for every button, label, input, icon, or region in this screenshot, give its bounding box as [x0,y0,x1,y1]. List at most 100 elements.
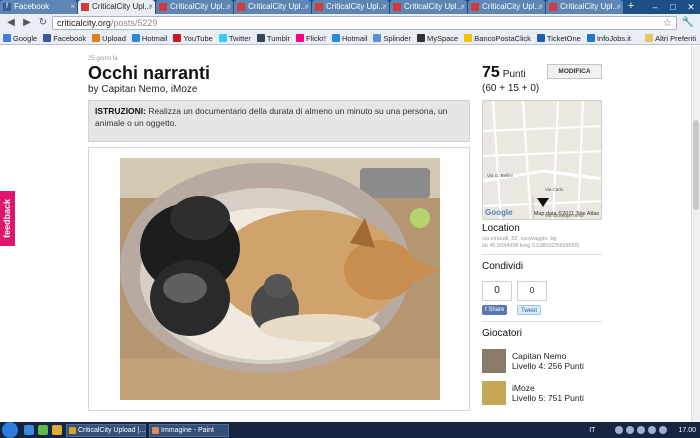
photo-frame [88,147,470,411]
player-name[interactable]: Capitan Nemo [512,351,584,361]
tweet-button[interactable]: Tweet [517,305,542,315]
post-title: Occhi narranti [88,63,211,83]
map-google-logo: Google [485,208,513,217]
chrome-icon [69,426,76,434]
bookmark-label: InfoJobs.it [596,33,632,43]
address-bar[interactable]: criticalcity.org/posts/5229 ☆ [52,16,677,30]
bookmark-label: MySpace [426,33,459,43]
ie-icon[interactable] [24,425,34,435]
post-photo[interactable] [120,158,440,400]
bookmark-item[interactable]: InfoJobs.it [586,33,632,43]
close-window-icon[interactable]: ✕ [682,0,700,14]
bookmark-item[interactable]: MySpace [416,33,459,43]
facebook-share-button[interactable]: f Share [482,305,508,315]
bookmark-label: Twitter [228,33,251,43]
browser-tab[interactable]: CriticalCity Upl... × [234,0,311,14]
map-streets: Via Carlo Via G. Bellini Via Giuseppe Ve… [483,101,601,219]
avatar [482,349,506,373]
bookmark-favicon-icon [218,34,227,42]
browser-tab[interactable]: f Facebook × [0,0,77,14]
bookmark-item[interactable]: Tumblr [256,34,290,43]
clock[interactable]: 17.00 [678,427,696,434]
cc-icon [549,3,557,11]
close-tab-icon[interactable]: × [616,0,621,14]
browser-tab[interactable]: CriticalCity Upl... × [546,0,623,14]
taskbar-item-chrome[interactable]: CriticalCity Upload |... [66,423,146,437]
new-tab-button[interactable]: + [624,0,638,14]
divider [482,321,602,322]
media-next-icon[interactable] [637,426,646,434]
bookmark-favicon-icon [331,34,340,42]
bookmark-item[interactable]: Flickr! [295,34,326,43]
location-coords: lat 45.5044998 long 9.63803230000005 [482,243,580,249]
cc-icon [159,3,167,11]
page-scrollbar[interactable] [691,46,700,422]
points-value: 75 [482,64,500,81]
map-street-label: Via Carlo [545,187,564,192]
cc-icon [393,3,401,11]
bookmark-item[interactable]: Google [3,34,37,43]
network-icon[interactable] [659,426,668,434]
tab-strip: f Facebook × CriticalCity Upl... × CriticalCi… [0,0,700,14]
back-icon[interactable]: ◀ [4,16,18,30]
explorer-icon[interactable] [52,425,62,435]
maximize-icon[interactable]: □ [664,0,682,14]
bookmark-item[interactable]: TicketOne [536,34,581,43]
reload-icon[interactable]: ↻ [36,16,50,30]
forward-icon[interactable]: ▶ [20,16,34,30]
bookmark-item[interactable]: Twitter [218,33,251,43]
bookmark-star-icon[interactable]: ☆ [663,18,672,29]
desktop-icon[interactable] [38,425,48,435]
map-street-label: Via G. Bellini [487,173,513,178]
tab-label: CriticalCity Upl... [560,2,620,11]
media-prev-icon[interactable] [615,426,624,434]
close-tab-icon[interactable]: × [460,0,465,14]
bookmark-item[interactable]: Facebook [43,34,86,43]
bookmark-item[interactable]: YouTube [173,34,213,43]
close-tab-icon[interactable]: × [148,0,153,14]
bookmark-item[interactable]: Upload [92,34,126,43]
bookmark-favicon-icon [295,34,304,42]
start-button[interactable] [2,422,18,438]
close-tab-icon[interactable]: × [304,0,309,14]
browser-tab[interactable]: CriticalCity Upl... × [468,0,545,14]
location-map[interactable]: Via Carlo Via G. Bellini Via Giuseppe Ve… [482,100,602,220]
location-title: Location [482,223,520,234]
media-play-icon[interactable] [626,426,635,434]
tweet-label: Tweet [521,308,538,314]
close-tab-icon[interactable]: × [382,0,387,14]
bookmark-item[interactable]: Splinder [373,34,411,43]
post-authors[interactable]: Capitan Nemo, iMoze [101,84,197,95]
volume-icon[interactable] [648,426,657,434]
scrollbar-thumb[interactable] [693,120,699,210]
close-tab-icon[interactable]: × [226,0,231,14]
tab-label: CriticalCity Upl... [170,2,230,11]
points-display: 75 Punti [482,64,526,82]
wrench-icon[interactable]: 🔧 [680,16,696,30]
bookmark-favicon-icon [536,34,545,42]
close-tab-icon[interactable]: × [538,0,543,14]
minimize-icon[interactable]: – [646,0,664,14]
edit-button[interactable]: MODIFICA [547,64,602,79]
feedback-tab[interactable]: feedback [0,191,15,246]
player-item[interactable]: iMoze Livello 5: 751 Punti [482,380,584,406]
taskbar-item-paint[interactable]: Immagine - Paint [149,423,229,437]
bookmark-item[interactable]: Hotmail [131,34,167,43]
browser-tab[interactable]: CriticalCity Upl... × [78,0,155,14]
browser-tab[interactable]: CriticalCity Upl... × [312,0,389,14]
language-indicator[interactable]: IT [589,427,595,434]
bookmark-favicon-icon [416,34,425,42]
browser-tab[interactable]: CriticalCity Upl... × [156,0,233,14]
player-level: Livello 4: 256 Punti [512,361,584,371]
close-tab-icon[interactable]: × [70,0,75,14]
instructions-box: ISTRUZIONI: Realizza un documentario del… [88,100,470,142]
bookmark-other-label: Altri Preferiti [655,33,696,43]
bookmark-label: Facebook [53,33,87,43]
player-name[interactable]: iMoze [512,383,584,393]
bookmark-item[interactable]: Hotmail [331,34,367,43]
instructions-text: Realizza un documentario della durata di… [95,106,448,128]
bookmark-item[interactable]: BancoPostaClick [464,34,531,43]
player-item[interactable]: Capitan Nemo Livello 4: 256 Punti [482,348,584,374]
bookmark-other[interactable]: Altri Preferiti [645,34,696,43]
browser-tab[interactable]: CriticalCity Upl... × [390,0,467,14]
